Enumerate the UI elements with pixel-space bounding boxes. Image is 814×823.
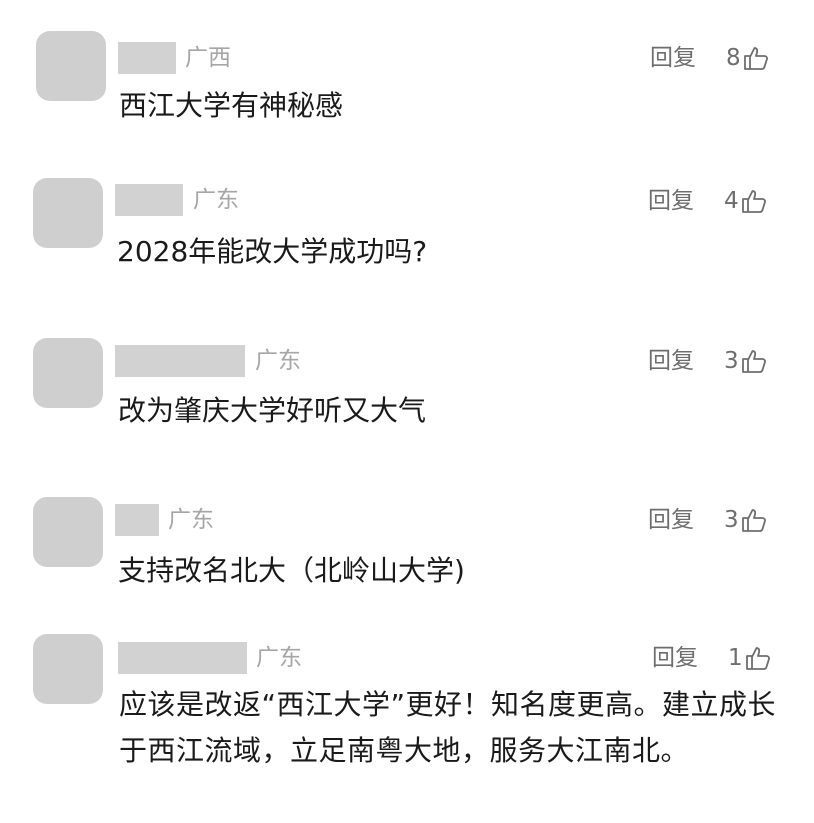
comment-text: 2028年能改大学成功吗?: [117, 235, 428, 268]
avatar[interactable]: [33, 178, 103, 248]
username-redacted[interactable]: [115, 504, 159, 536]
like-button[interactable]: 8: [726, 42, 769, 74]
reply-button[interactable]: 回复: [648, 345, 694, 377]
thumbs-up-icon: [741, 190, 766, 213]
comment-text: 支持改名北大（北岭山大学): [118, 554, 465, 587]
username-redacted[interactable]: [115, 345, 245, 377]
location-label: 广东: [168, 507, 214, 533]
username-redacted[interactable]: [115, 184, 183, 216]
like-button[interactable]: 3: [724, 504, 767, 536]
like-count: 1: [728, 645, 743, 671]
like-button[interactable]: 3: [724, 345, 767, 377]
like-button[interactable]: 1: [728, 642, 771, 674]
username-redacted[interactable]: [118, 642, 247, 674]
avatar[interactable]: [36, 31, 106, 101]
like-button[interactable]: 4: [724, 185, 767, 217]
thumbs-up-icon: [741, 350, 766, 373]
like-count: 8: [726, 45, 741, 71]
reply-button[interactable]: 回复: [652, 642, 698, 674]
reply-button[interactable]: 回复: [648, 504, 694, 536]
location-label: 广东: [255, 348, 301, 374]
comment-text: 改为肇庆大学好听又大气: [118, 394, 427, 427]
like-count: 3: [724, 507, 739, 533]
reply-button[interactable]: 回复: [648, 185, 694, 217]
username-redacted[interactable]: [118, 42, 176, 74]
thumbs-up-icon: [745, 647, 770, 670]
like-count: 4: [724, 188, 739, 214]
location-label: 广西: [185, 45, 231, 71]
location-label: 广东: [256, 645, 302, 671]
thumbs-up-icon: [741, 509, 766, 532]
like-count: 3: [724, 348, 739, 374]
avatar[interactable]: [33, 338, 103, 408]
avatar[interactable]: [33, 634, 103, 704]
location-label: 广东: [193, 187, 239, 213]
comment-text: 应该是改返“西江大学”更好！知名度更高。建立成长于西江流域，立足南粤大地，服务大…: [119, 688, 777, 767]
thumbs-up-icon: [743, 47, 768, 70]
comment-text: 西江大学有神秘感: [119, 89, 344, 122]
reply-button[interactable]: 回复: [650, 42, 696, 74]
avatar[interactable]: [33, 497, 103, 567]
